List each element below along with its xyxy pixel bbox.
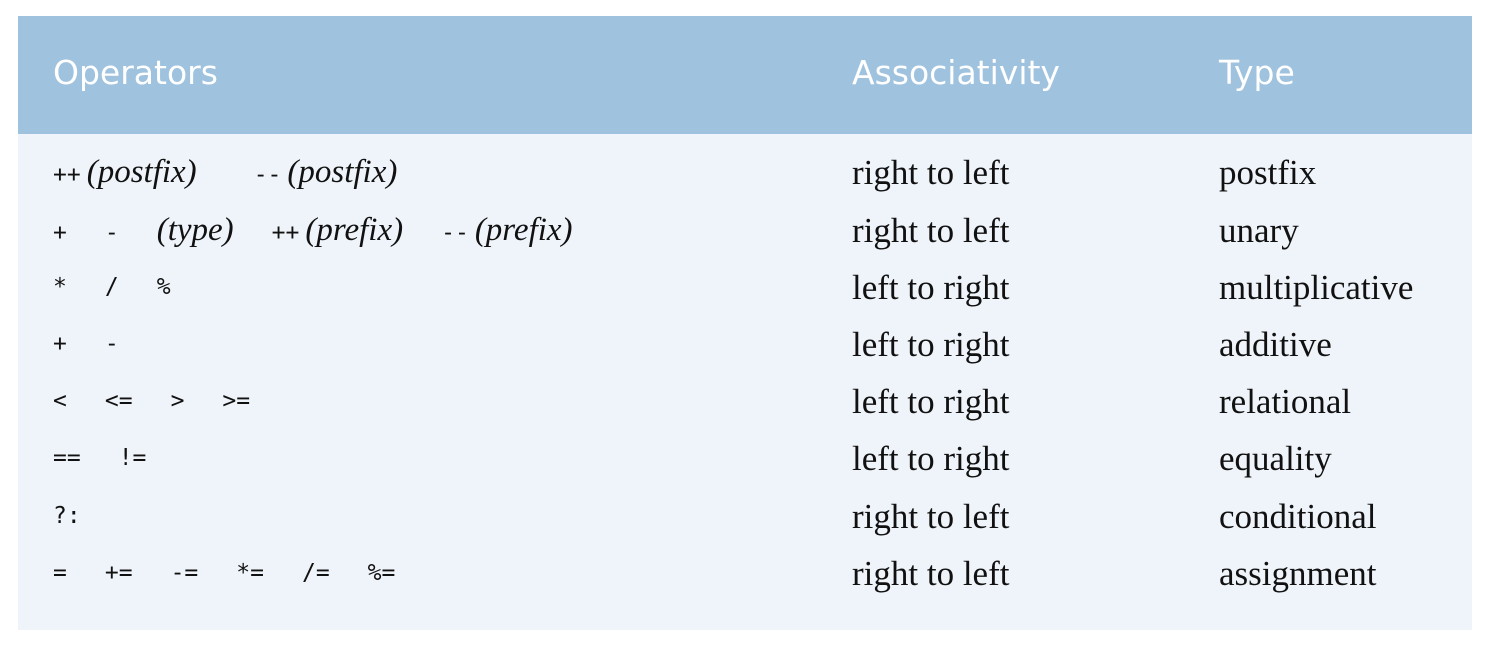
type-cell: multiplicative	[1219, 268, 1414, 307]
type-cell: equality	[1219, 439, 1332, 478]
table-row: = += -= *= /= %= right to left assignment	[18, 545, 1472, 602]
table-row: == != left to right equality	[18, 430, 1472, 487]
operator-group: *=	[236, 560, 264, 586]
header-type: Type	[1219, 53, 1295, 92]
associativity-cell: right to left	[852, 211, 1010, 250]
operators-cell: * /%	[53, 259, 171, 316]
associativity-cell: right to left	[852, 153, 1010, 192]
operator-note: (postfix)	[86, 154, 197, 190]
operator-group: %	[157, 274, 171, 300]
operator-group: !=	[119, 445, 147, 471]
operator-token: ++	[271, 220, 300, 246]
operator-group: -	[105, 220, 119, 246]
operator-precedence-table: Operators Associativity Type ++ (postfix)…	[18, 16, 1472, 630]
associativity-cell: left to right	[852, 439, 1010, 478]
operator-group: ?:	[53, 503, 81, 529]
operator-group: <=	[105, 388, 133, 414]
operator-token: +	[53, 331, 67, 357]
operator-group: ==	[53, 445, 81, 471]
table-header: Operators Associativity Type	[18, 16, 1472, 134]
operator-token: >=	[222, 388, 251, 414]
operator-group: +	[53, 220, 67, 246]
operator-group: /	[105, 274, 119, 300]
operator-note: (postfix)	[287, 154, 398, 190]
operator-token: --	[441, 220, 469, 246]
operator-token: --	[253, 162, 282, 188]
operator-group: /=	[302, 560, 330, 586]
type-cell: additive	[1219, 325, 1332, 364]
operators-cell: < <= > >=	[53, 373, 250, 430]
operators-cell: == !=	[53, 430, 146, 487]
type-cell: postfix	[1219, 153, 1317, 192]
operator-token: -=	[170, 560, 199, 586]
type-cell: relational	[1219, 382, 1352, 421]
operator-group: =	[53, 560, 67, 586]
associativity-cell: left to right	[852, 325, 1010, 364]
type-cell: unary	[1219, 211, 1299, 250]
header-operators: Operators	[53, 53, 218, 92]
operators-cell: = += -= *= /= %=	[53, 545, 395, 602]
operator-group: %=	[368, 560, 396, 586]
operators-cell: ++ (postfix) -- (postfix)	[53, 144, 397, 201]
operator-group: +	[53, 331, 67, 357]
operator-token: /=	[301, 560, 330, 586]
operator-token: <	[53, 388, 67, 414]
operator-token: ++	[53, 162, 81, 188]
table-row: ++ (postfix) -- (postfix) right to left postf…	[18, 144, 1472, 201]
header-associativity: Associativity	[852, 53, 1060, 92]
operator-token: +	[53, 220, 67, 246]
table-row: + - left to right additive	[18, 316, 1472, 373]
type-cell: conditional	[1219, 497, 1377, 536]
table-row: ?: right to left conditional	[18, 488, 1472, 545]
associativity-cell: right to left	[852, 554, 1010, 593]
operator-note: (prefix)	[305, 212, 404, 248]
operator-group: -- (postfix)	[253, 154, 398, 190]
operator-group: +=	[105, 560, 133, 586]
operator-token: =	[53, 560, 67, 586]
operator-note: (type)	[156, 212, 234, 248]
table-row: < <= > >= left to right relational	[18, 373, 1472, 430]
associativity-cell: right to left	[852, 497, 1010, 536]
operator-group: -	[105, 331, 119, 357]
operator-token: <=	[104, 388, 133, 414]
operator-token: -	[104, 220, 119, 246]
associativity-cell: left to right	[852, 382, 1010, 421]
operator-group: >	[171, 388, 185, 414]
operators-cell: ?:	[53, 488, 81, 545]
operator-token: +=	[104, 560, 133, 586]
operator-token: ==	[53, 445, 81, 471]
operator-token: %	[156, 274, 171, 300]
operator-token: ?:	[53, 503, 81, 529]
operator-group: -=	[171, 560, 199, 586]
operator-group: ++ (postfix)	[53, 154, 197, 190]
operator-group: -- (prefix)	[441, 212, 572, 248]
operator-group: *	[53, 274, 67, 300]
operator-token: !=	[118, 445, 147, 471]
type-cell: assignment	[1219, 554, 1377, 593]
associativity-cell: left to right	[852, 268, 1010, 307]
operator-note: (prefix)	[474, 212, 573, 248]
operator-group: ++ (prefix)	[271, 212, 403, 248]
operator-group: (type)	[157, 212, 234, 248]
operator-token: -	[104, 331, 119, 357]
operator-token: %=	[367, 560, 396, 586]
operators-cell: + -	[53, 316, 119, 373]
operator-token: *=	[236, 560, 264, 586]
operator-group: <	[53, 388, 67, 414]
table-row: * /% left to right multiplicative	[18, 259, 1472, 316]
operators-cell: + - (type) ++ (prefix) -- (prefix)	[53, 202, 573, 259]
table-row: + - (type) ++ (prefix) -- (prefix) right to lef…	[18, 202, 1472, 259]
operator-token: *	[53, 274, 67, 300]
operator-group: >=	[222, 388, 250, 414]
operator-token: /	[104, 274, 119, 300]
operator-token: >	[170, 388, 185, 414]
